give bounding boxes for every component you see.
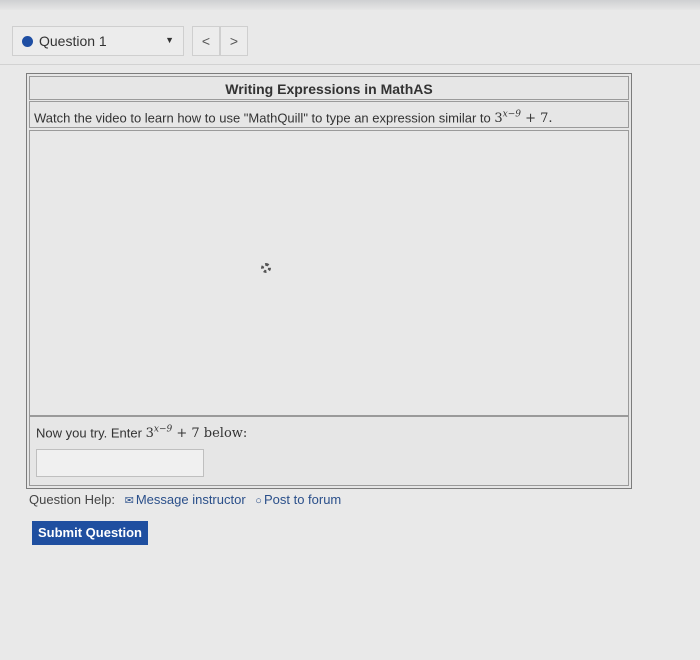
question-help: Question Help: ✉ Message instructor ○ Post…: [29, 492, 341, 507]
instruction-text: Watch the video to learn how to use "Mat…: [34, 110, 491, 126]
video-area[interactable]: [29, 130, 629, 416]
try-math-base: 3: [145, 426, 154, 442]
math-tail: + 7.: [525, 111, 553, 127]
question-title: Writing Expressions in MathAS: [29, 76, 629, 100]
speech-bubble-icon: ○: [255, 495, 262, 507]
try-math-tail: + 7 below:: [176, 426, 248, 442]
question-navbar: Question 1 ▼ < >: [0, 14, 700, 65]
submit-question-button[interactable]: Submit Question: [32, 521, 148, 545]
try-math-expression: 3x−9 + 7 below:: [145, 425, 248, 442]
try-math-exponent: x−9: [153, 425, 173, 435]
message-instructor-label: Message instructor: [135, 492, 246, 507]
question-selector[interactable]: Question 1 ▼: [12, 26, 184, 56]
prev-question-button[interactable]: <: [192, 26, 220, 56]
envelope-icon: ✉: [124, 495, 134, 507]
message-instructor-link[interactable]: ✉ Message instructor: [125, 492, 246, 507]
instruction-row: Watch the video to learn how to use "Mat…: [29, 101, 629, 128]
try-text: Now you try. Enter: [36, 425, 142, 441]
question-selector-label: Question 1: [39, 33, 107, 49]
next-question-button[interactable]: >: [220, 26, 248, 56]
post-to-forum-label: Post to forum: [263, 492, 342, 507]
math-expression: 3x−9 + 7.: [494, 110, 553, 127]
post-to-forum-link[interactable]: ○ Post to forum: [255, 492, 341, 507]
browser-strip: [0, 0, 700, 10]
answer-row: Now you try. Enter 3x−9 + 7 below:: [29, 416, 629, 486]
loading-spinner-icon: [261, 263, 271, 273]
status-dot-icon: [22, 36, 33, 47]
question-help-label: Question Help:: [29, 492, 115, 507]
answer-input[interactable]: [36, 449, 204, 477]
math-base: 3: [494, 111, 503, 127]
math-exponent: x−9: [502, 110, 521, 120]
question-table: Writing Expressions in MathAS Watch the …: [26, 73, 632, 489]
caret-down-icon: ▼: [165, 35, 174, 45]
